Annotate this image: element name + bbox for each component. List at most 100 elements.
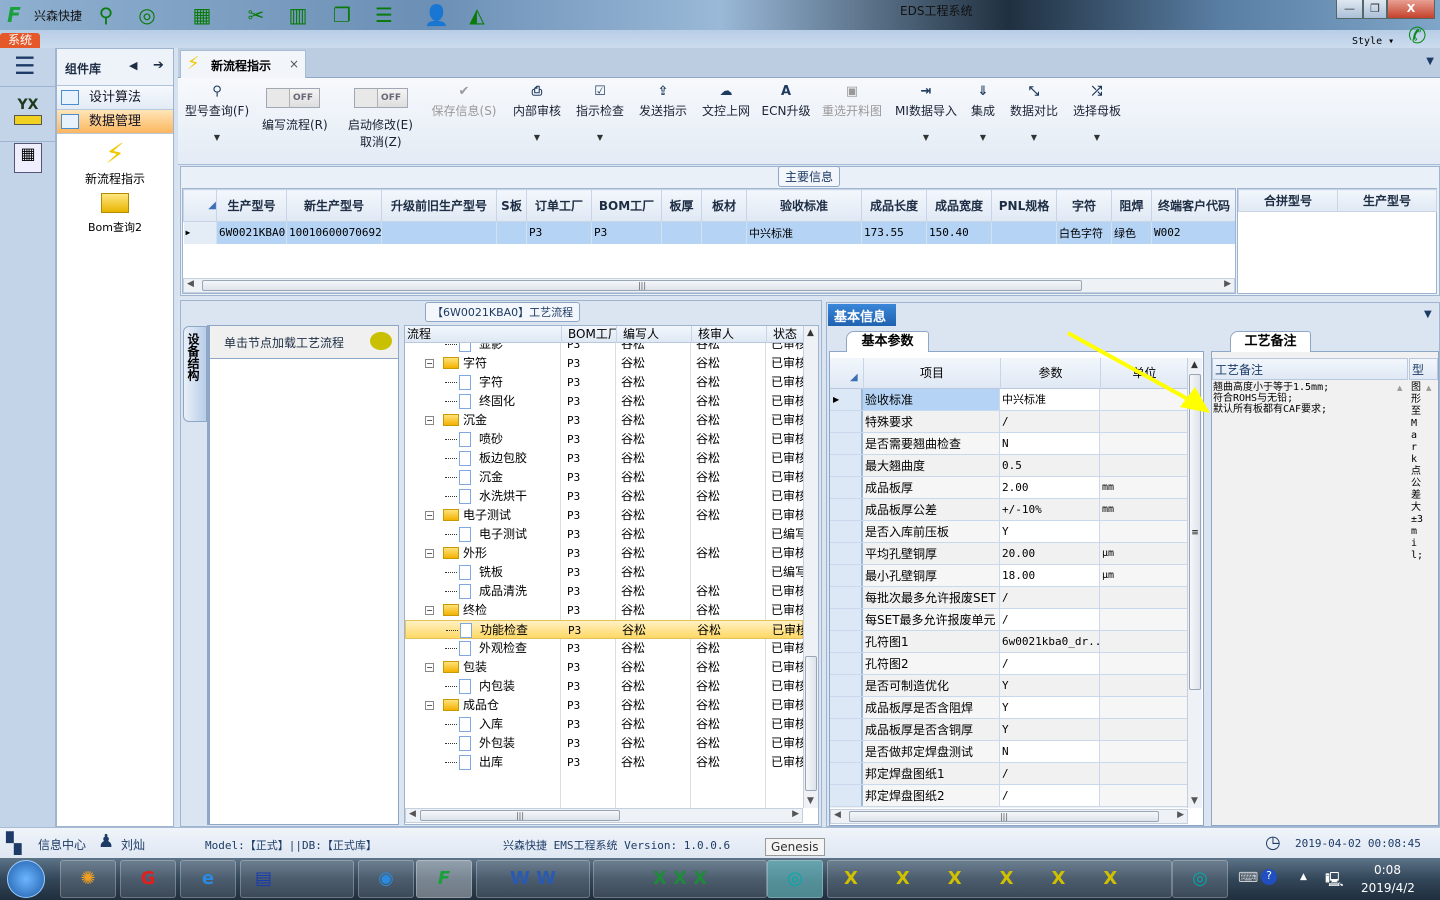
tree-row[interactable]: 显影 P3 谷松 谷松 已审核 [405,343,803,354]
scroll-right-icon[interactable]: ▶ [1177,810,1184,820]
taskbar-genesis[interactable]: ◎ [767,860,823,898]
taskbar-excel[interactable]: X X X [593,860,767,898]
film-icon[interactable]: ▥ [286,3,310,27]
param-value[interactable]: 2.00 [1000,477,1100,498]
scroll-left-icon[interactable]: ◀ [187,279,194,289]
tree-row[interactable]: 出库 P3 谷松 谷松 已审核 [405,753,803,772]
param-row[interactable]: 孔符图1 6w0021kba0_dr... [830,631,1188,653]
collapse-icon[interactable]: − [425,359,434,368]
tree-row[interactable]: − 终检 P3 谷松 谷松 已审核 [405,601,803,620]
param-row[interactable]: 邦定焊盘图纸1/ [830,763,1188,785]
remarks-column-header[interactable]: 工艺备注 [1212,358,1408,380]
collapse-icon[interactable]: − [425,549,434,558]
column-header[interactable]: PNL规格 [991,189,1057,222]
search-icon[interactable]: ⚲ [94,3,118,27]
hamburger-menu-icon[interactable]: ☰ [14,54,36,78]
table-cell[interactable] [381,221,497,244]
table-cell[interactable]: 6W0021KBA0 [216,221,287,244]
param-value[interactable]: Y [1000,675,1100,696]
taskbar-word[interactable]: W W [476,860,590,898]
column-header[interactable]: 合拼型号 [1238,189,1338,212]
user-icon[interactable]: 👤 [424,3,449,27]
collapse-icon[interactable]: − [425,701,434,710]
scroll-right-icon[interactable]: ▶ [792,809,799,819]
table-cell[interactable] [661,221,702,244]
grid-icon[interactable]: ▦ [190,3,214,27]
scrollbar-thumb[interactable] [805,656,817,791]
param-row[interactable]: 是否入库前压板 Y [830,521,1188,543]
param-value[interactable]: Y [1000,697,1100,718]
column-header[interactable]: 生产型号 [216,189,287,222]
vertical-scrollbar[interactable]: ▲ ≡ ▼ [1187,358,1202,808]
panel-dropdown-icon[interactable]: ▼ [1424,309,1432,320]
grid-apps-icon[interactable]: ▚ [6,831,21,855]
tree-row[interactable]: 电子测试 P3 谷松 已编写 [405,525,803,544]
horizontal-scrollbar[interactable]: ◀ ||| ▶ [183,278,1235,293]
scroll-right-icon[interactable]: ▶ [1224,279,1231,289]
copy-icon[interactable]: ❐ [330,3,354,27]
tree-row[interactable]: 外观检查 P3 谷松 谷松 已审核 [405,639,803,658]
factory-icon[interactable]: YX [0,86,56,142]
param-value[interactable]: / [1000,763,1100,784]
tree-row[interactable]: 喷砂 P3 谷松 谷松 已审核 [405,430,803,449]
table-cell[interactable]: P3 [591,221,662,244]
keyboard-icon[interactable]: ⌨ [1238,870,1258,886]
tab-new-process-instruction[interactable]: ⚡ 新流程指示 × [180,50,306,79]
list-icon[interactable]: ☰ [372,3,396,27]
taskbar-g-app[interactable]: G [120,860,176,898]
type-column-header[interactable]: 型 [1409,358,1438,380]
tree-row[interactable]: − 外形 P3 谷松 谷松 已审核 [405,544,803,563]
component-item-design-algorithm[interactable]: 设计算法 [57,86,173,110]
param-value[interactable]: / [1000,587,1100,608]
pin-icon[interactable]: ➔ [153,58,164,73]
toolbar-button[interactable]: ▣ 重选开料图 [822,84,882,119]
tray-time[interactable]: 0:08 [1374,863,1401,877]
tray-date[interactable]: 2019/4/2 [1361,881,1415,895]
param-row[interactable]: 最小孔壁铜厚 18.00 μm [830,565,1188,587]
table-cell[interactable] [496,221,527,244]
toolbar-button[interactable]: ⇪ 发送指示 [639,84,687,119]
column-header[interactable]: 状态 [767,326,805,343]
toolbar-button[interactable]: ⇓ 集成 ▼ [971,84,995,142]
table-cell[interactable]: P3 [526,221,592,244]
taskbar-eds-app[interactable]: F [416,860,472,898]
scrollbar-thumb[interactable]: ||| [849,811,1159,822]
param-value[interactable]: 20.00 [1000,543,1100,564]
table-cell[interactable]: 中兴标准 [746,221,862,244]
toolbar-button[interactable]: ☑ 指示检查 ▼ [576,84,624,142]
tree-row[interactable]: 成品清洗 P3 谷松 谷松 已审核 [405,582,803,601]
taskbar-shell-app[interactable]: ✺ [60,860,116,898]
table-row[interactable]: ▶ 6W0021KBA0 10010600070692 P3 P3 中兴标准 173.55 1… [183,221,1235,244]
taskbar-x-windows[interactable]: XXXXXX [827,860,1172,898]
table-cell[interactable] [701,221,747,244]
scroll-up-icon[interactable]: ▲ [1426,384,1431,392]
help-icon[interactable]: ? [1261,869,1277,885]
tree-row[interactable]: 终固化 P3 谷松 谷松 已审核 [405,392,803,411]
tab-basic-params[interactable]: 基本参数 [846,331,929,352]
param-row[interactable]: 每批次最多允许报废SET / [830,587,1188,609]
area-chart-icon[interactable]: ◭ [465,3,489,27]
component-item-data-management[interactable]: 数据管理 [57,110,173,134]
param-value[interactable]: / [1000,785,1100,806]
scroll-left-icon[interactable]: ◀ [409,809,416,819]
tree-row[interactable]: − 包装 P3 谷松 谷松 已审核 [405,658,803,677]
taskbar-genesis-2[interactable]: ◎ [1172,860,1228,898]
lifebuoy-icon[interactable]: ◎ [135,3,159,27]
column-header[interactable]: 板厚 [661,189,702,222]
toolbar-button[interactable]: ⤡ 数据对比 ▼ [1010,84,1058,142]
taskbar-feather-app[interactable]: ◉ [358,860,414,898]
column-header[interactable]: 订单工厂 [526,189,592,222]
tree-row[interactable]: 入库 P3 谷松 谷松 已审核 [405,715,803,734]
collapse-icon[interactable]: − [425,606,434,615]
write-process-toggle[interactable]: OFF [266,88,320,108]
param-value[interactable]: / [1000,609,1100,630]
vertical-scrollbar[interactable]: ▲ ▼ [803,326,818,808]
column-header[interactable]: 升级前旧生产型号 [381,189,497,222]
column-header[interactable]: 成品长度 [861,189,927,222]
param-row[interactable]: 成品板厚是否含阻焊 Y [830,697,1188,719]
table-cell[interactable] [991,221,1057,244]
column-header[interactable]: 验收标准 [746,189,862,222]
param-value[interactable]: / [1000,653,1100,674]
param-value[interactable]: Y [1000,521,1100,542]
column-header[interactable]: 字符 [1056,189,1112,222]
